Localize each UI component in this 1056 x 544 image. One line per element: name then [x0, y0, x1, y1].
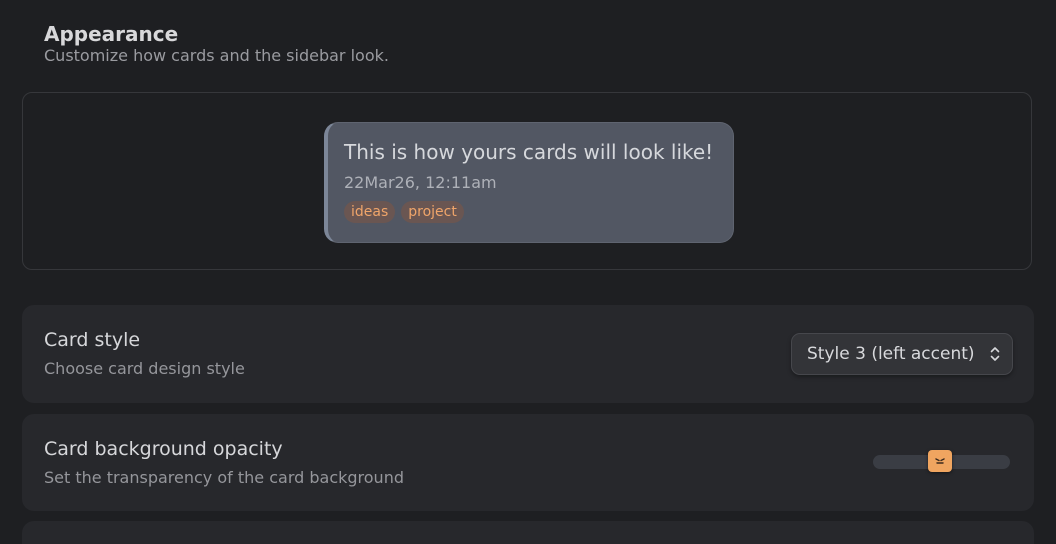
card-opacity-setting: Card background opacity Set the transpar…	[22, 414, 1034, 511]
card-style-description: Choose card design style	[44, 359, 245, 378]
card-style-select[interactable]: Style 3 (left accent)	[791, 333, 1013, 375]
card-preview-container: This is how yours cards will look like! …	[22, 92, 1032, 270]
card-opacity-title: Card background opacity	[44, 438, 283, 460]
appearance-header: Appearance Customize how cards and the s…	[44, 20, 389, 66]
card-style-selected-value: Style 3 (left accent)	[807, 344, 975, 364]
section-title: Appearance	[44, 22, 179, 46]
chevron-up-down-icon	[990, 345, 1000, 363]
preview-card-tags: ideas project	[344, 201, 733, 223]
preview-card: This is how yours cards will look like! …	[324, 122, 734, 243]
tag-ideas: ideas	[344, 201, 396, 223]
card-style-title: Card style	[44, 329, 141, 351]
card-style-setting: Card style Choose card design style Styl…	[22, 305, 1034, 403]
preview-card-text: This is how yours cards will look like!	[344, 140, 714, 164]
section-subtitle: Customize how cards and the sidebar look…	[44, 46, 389, 65]
slider-thumb[interactable]	[928, 450, 953, 472]
next-setting-row	[22, 521, 1034, 544]
preview-card-date: 22Mar26, 12:11am	[344, 173, 497, 192]
card-opacity-description: Set the transparency of the card backgro…	[44, 468, 404, 487]
settings-page: Appearance Customize how cards and the s…	[0, 0, 1056, 544]
tag-project: project	[401, 201, 464, 223]
card-opacity-slider[interactable]	[873, 450, 1010, 472]
